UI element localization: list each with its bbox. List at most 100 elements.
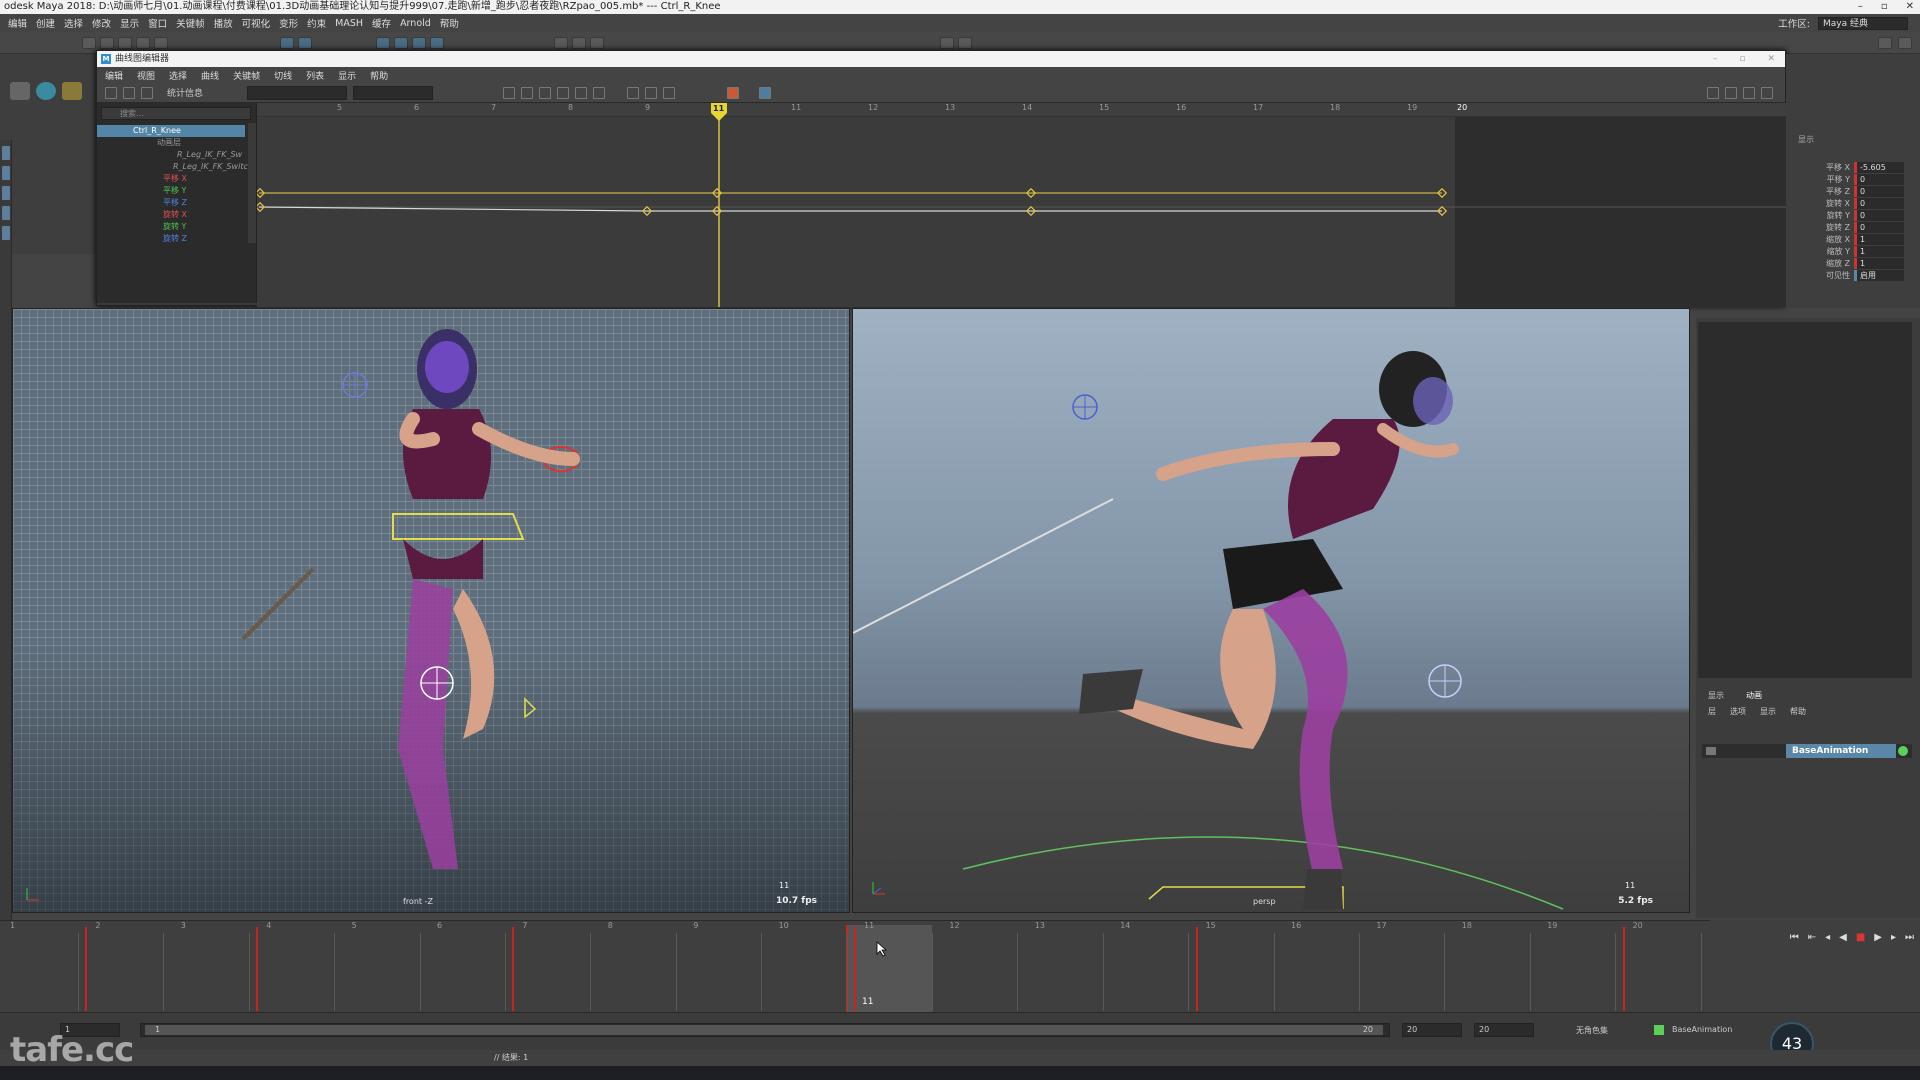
step-back-key-icon[interactable]: ⇤: [1808, 932, 1816, 943]
layer-tab-anim[interactable]: 动画: [1746, 690, 1762, 701]
ge-menu-item[interactable]: 选择: [169, 69, 187, 82]
unify-tangent-icon[interactable]: [645, 87, 657, 99]
render-icon[interactable]: [554, 37, 568, 49]
channel-value[interactable]: 1: [1854, 258, 1904, 269]
range-bar[interactable]: 1 20: [140, 1023, 1390, 1037]
command-line[interactable]: // 结果: 1: [0, 1050, 1920, 1066]
end-time-field[interactable]: 20: [1402, 1023, 1462, 1037]
tool-icon[interactable]: [2, 166, 10, 180]
undo-icon[interactable]: [136, 37, 150, 49]
outliner-search-input[interactable]: 搜索...: [101, 107, 251, 120]
go-to-end-icon[interactable]: ⏭: [1905, 932, 1914, 943]
ge-menu-item[interactable]: 编辑: [105, 69, 123, 82]
outliner-item-rotate-y[interactable]: 旋转 Y: [97, 221, 245, 233]
snap-view-icon[interactable]: [430, 37, 444, 49]
save-scene-icon[interactable]: [118, 37, 132, 49]
plateau-tangent-icon[interactable]: [593, 87, 605, 99]
channel-value[interactable]: -5.605: [1854, 162, 1904, 173]
shelf-tool-icon[interactable]: [10, 82, 30, 100]
frame-playback-icon[interactable]: [1725, 87, 1737, 99]
ge-menu-item[interactable]: 关键帧: [233, 69, 260, 82]
layer-tab-display[interactable]: 显示: [1708, 690, 1724, 701]
layout-icon[interactable]: [958, 37, 972, 49]
time-slider[interactable]: 11 1 2 3 4 5 6 7 8 9 10 11 12 13 14 15 16 17 18 19 20: [0, 920, 1710, 1013]
keyframe-marker[interactable]: [512, 927, 515, 1011]
keyframe-marker[interactable]: [1195, 927, 1198, 1011]
anim-layer-name[interactable]: BaseAnimation: [1786, 744, 1896, 758]
step-back-frame-icon[interactable]: ◂: [1825, 932, 1830, 943]
channel-value[interactable]: 0: [1854, 198, 1904, 209]
layer-menu-item[interactable]: 显示: [1760, 706, 1776, 717]
frame-all-icon[interactable]: [1707, 87, 1719, 99]
stop-icon[interactable]: ■: [1856, 932, 1865, 943]
menu-item[interactable]: 约束: [307, 16, 326, 30]
center-current-icon[interactable]: [1743, 87, 1755, 99]
close-icon[interactable]: ✕: [1906, 0, 1914, 14]
menu-item[interactable]: 帮助: [440, 16, 459, 30]
ge-menu-item[interactable]: 切线: [274, 69, 292, 82]
ge-menu-item[interactable]: 列表: [306, 69, 324, 82]
layer-visibility-icon[interactable]: [1706, 747, 1716, 755]
outliner-item-rotate-z[interactable]: 旋转 Z: [97, 233, 245, 245]
redo-icon[interactable]: [154, 37, 168, 49]
ge-menu-item[interactable]: 显示: [338, 69, 356, 82]
insert-key-icon[interactable]: [123, 87, 135, 99]
range-handle[interactable]: 1 20: [145, 1025, 1383, 1035]
tool-icon[interactable]: [2, 206, 10, 220]
channel-value[interactable]: 0: [1854, 186, 1904, 197]
menu-item[interactable]: 显示: [120, 16, 139, 30]
normalize-icon[interactable]: [759, 87, 771, 99]
outliner-item-ctrl-r-knee[interactable]: Ctrl_R_Knee: [97, 125, 245, 137]
keyframe-marker[interactable]: [256, 927, 259, 1011]
keyframe-marker[interactable]: [85, 927, 88, 1011]
menu-item[interactable]: 编辑: [8, 16, 27, 30]
channel-value[interactable]: 0: [1854, 222, 1904, 233]
channel-value[interactable]: 1: [1854, 246, 1904, 257]
ge-menu-item[interactable]: 帮助: [370, 69, 388, 82]
channel-value[interactable]: 1: [1854, 234, 1904, 245]
step-tangent-icon[interactable]: [575, 87, 587, 99]
outliner-item[interactable]: R_Leg_IK_FK_Sw: [97, 149, 245, 161]
workspace-select[interactable]: Maya 经典: [1818, 16, 1908, 30]
menu-item[interactable]: 选择: [64, 16, 83, 30]
menu-item[interactable]: 创建: [36, 16, 55, 30]
minimize-icon[interactable]: –: [1713, 51, 1718, 67]
shelf-sphere-icon[interactable]: [36, 82, 56, 100]
channel-box-toggle-icon[interactable]: [1878, 37, 1892, 49]
menu-item[interactable]: 可视化: [242, 16, 271, 30]
snap-point-icon[interactable]: [412, 37, 426, 49]
new-scene-icon[interactable]: [82, 37, 96, 49]
go-to-start-icon[interactable]: ⏮: [1790, 932, 1799, 943]
step-forward-frame-icon[interactable]: ▸: [1891, 932, 1896, 943]
menu-item[interactable]: MASH: [335, 18, 363, 29]
time-slider-current[interactable]: [846, 925, 932, 1013]
weighted-tangent-icon[interactable]: [663, 87, 675, 99]
graph-editor-title-bar[interactable]: M 曲线图编辑器 – ▫ ✕: [97, 51, 1785, 67]
buffer-curve-icon[interactable]: [727, 87, 739, 99]
maximize-icon[interactable]: ▫: [1881, 0, 1888, 14]
shelf-folder-icon[interactable]: [62, 82, 82, 100]
outliner-item[interactable]: R_Leg_IK_FK_Switc: [97, 161, 248, 173]
layer-menu-item[interactable]: 选项: [1730, 706, 1746, 717]
open-scene-icon[interactable]: [100, 37, 114, 49]
tool-icon[interactable]: [2, 146, 10, 160]
ge-menu-item[interactable]: 曲线: [201, 69, 219, 82]
menu-item[interactable]: 修改: [92, 16, 111, 30]
attribute-editor-toggle-icon[interactable]: [1898, 37, 1912, 49]
keyframe-marker[interactable]: [1622, 927, 1625, 1011]
move-key-icon[interactable]: [105, 87, 117, 99]
layer-menu-item[interactable]: 帮助: [1790, 706, 1806, 717]
viewport-persp[interactable]: persp 11 5.2 fps: [852, 308, 1690, 913]
menu-item[interactable]: 缓存: [372, 16, 391, 30]
outliner-item-translate-z[interactable]: 平移 Z: [97, 197, 245, 209]
layer-menu-item[interactable]: 层: [1708, 706, 1716, 717]
render-settings-icon[interactable]: [590, 37, 604, 49]
channel-value[interactable]: 0: [1854, 210, 1904, 221]
ipr-render-icon[interactable]: [572, 37, 586, 49]
snap-curve-icon[interactable]: [394, 37, 408, 49]
outliner-item-translate-y[interactable]: 平移 Y: [97, 185, 245, 197]
tool-icon[interactable]: [2, 226, 10, 240]
play-backward-icon[interactable]: ◀: [1839, 932, 1847, 943]
outliner-item-rotate-x[interactable]: 旋转 X: [97, 209, 245, 221]
snap-grid-icon[interactable]: [376, 37, 390, 49]
